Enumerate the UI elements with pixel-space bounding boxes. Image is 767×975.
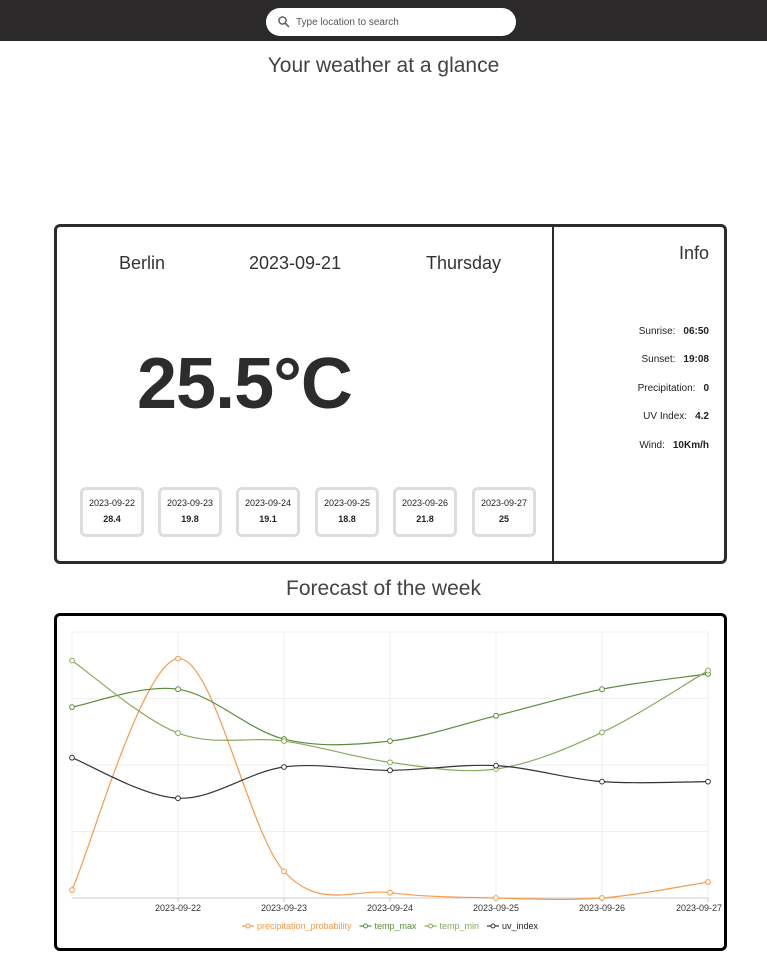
x-tick-label: 2023-09-26: [579, 903, 625, 913]
data-point-temp_max: [493, 712, 499, 719]
forecast-section-title: Forecast of the week: [286, 577, 481, 600]
info-value: 0: [703, 383, 709, 394]
forecast-day-temp: 21.8: [416, 514, 434, 524]
data-point-temp_max: [69, 704, 75, 711]
forecast-chart-card: 2023-09-22 2023-09-23 2023-09-24 2023-09-25…: [54, 613, 727, 951]
city-name: Berlin: [119, 253, 166, 273]
search-icon: [278, 16, 290, 28]
x-tick-label: 2023-09-25: [473, 903, 519, 913]
forecast-day-date: 2023-09-23: [166, 498, 214, 508]
forecast-day-date: 2023-09-26: [401, 498, 449, 508]
forecast-day-card[interactable]: 2023-09-22 28.4: [80, 487, 144, 537]
x-tick-label: 2023-09-22: [155, 903, 201, 913]
legend-label: uv_index: [502, 921, 539, 931]
legend-marker-temp_min: [428, 923, 434, 929]
data-point-precipitation_probability: [705, 879, 711, 885]
data-point-temp_min: [281, 738, 287, 744]
data-point-temp_min: [387, 759, 393, 766]
current-date: 2023-09-21: [249, 253, 342, 273]
data-point-precipitation_probability: [599, 895, 605, 901]
forecast-day-date: 2023-09-22: [88, 498, 136, 508]
data-point-uv_index: [705, 778, 711, 785]
info-value: 10Km/h: [672, 440, 709, 451]
legend-label: temp_max: [374, 921, 417, 931]
data-point-temp_max: [387, 738, 393, 744]
forecast-day-card[interactable]: 2023-09-25 18.8: [315, 487, 379, 537]
data-point-uv_index: [493, 762, 499, 769]
card-divider: [552, 227, 554, 561]
data-point-precipitation_probability: [387, 889, 393, 896]
forecast-day-card[interactable]: 2023-09-27 25: [472, 487, 536, 537]
search-bar[interactable]: [266, 8, 516, 36]
data-point-temp_max: [175, 686, 181, 693]
forecast-day-temp: 25: [498, 514, 509, 524]
data-point-precipitation_probability: [69, 887, 75, 893]
x-tick-label: 2023-09-23: [261, 903, 307, 913]
data-point-temp_min: [599, 729, 605, 736]
data-point-temp_min: [705, 667, 711, 674]
current-temperature: 25.5°C: [137, 344, 353, 424]
info-row-precipitation: Precipitation: 0: [638, 383, 709, 394]
data-point-temp_min: [175, 730, 181, 736]
info-value: 06:50: [683, 326, 709, 337]
forecast-day-date: 2023-09-27: [480, 498, 528, 508]
info-label: Precipitation:: [637, 383, 696, 394]
info-label: Wind:: [639, 440, 665, 451]
data-point-precipitation_probability: [281, 868, 287, 875]
data-point-uv_index: [387, 767, 393, 774]
forecast-day-date: 2023-09-24: [244, 498, 292, 508]
info-value: 19:08: [683, 354, 709, 365]
data-point-precipitation_probability: [175, 655, 181, 662]
current-day: Thursday: [426, 253, 502, 273]
forecast-line-chart: 2023-09-22 2023-09-23 2023-09-24 2023-09-25…: [69, 631, 722, 931]
info-row-wind: Wind: 10Km/h: [639, 440, 709, 451]
forecast-day-temp: 18.8: [338, 514, 356, 524]
search-input[interactable]: [296, 12, 501, 32]
data-point-uv_index: [69, 754, 75, 761]
data-point-uv_index: [281, 764, 287, 770]
forecast-day-card[interactable]: 2023-09-26 21.8: [393, 487, 457, 537]
info-row-sunset: Sunset: 19:08: [642, 354, 710, 365]
forecast-day-temp: 19.8: [181, 514, 199, 524]
info-title: Info: [678, 243, 709, 263]
info-value: 4.2: [695, 411, 709, 422]
data-point-temp_max: [599, 686, 605, 693]
legend-marker-temp_max: [362, 923, 368, 929]
info-label: Sunset:: [641, 354, 676, 365]
page-title: Your weather at a glance: [267, 54, 500, 77]
current-weather-card: Berlin 2023-09-21 Thursday 25.5°C 2023-0…: [54, 224, 727, 564]
x-tick-label: 2023-09-27: [676, 903, 722, 913]
forecast-day-temp: 19.1: [259, 514, 277, 524]
forecast-day-temp: 28.4: [103, 514, 121, 524]
forecast-day-card[interactable]: 2023-09-24 19.1: [236, 487, 300, 537]
data-point-uv_index: [175, 795, 181, 802]
info-row-sunrise: Sunrise: 06:50: [639, 326, 709, 337]
info-label: Sunrise:: [638, 326, 676, 337]
data-point-uv_index: [599, 778, 605, 785]
forecast-day-date: 2023-09-25: [323, 498, 371, 508]
legend-label: temp_min: [440, 921, 480, 931]
x-tick-label: 2023-09-24: [367, 903, 413, 913]
info-row-uv-index: UV Index: 4.2: [643, 411, 709, 422]
info-label: UV Index:: [643, 411, 688, 422]
data-point-temp_min: [69, 657, 75, 664]
data-point-precipitation_probability: [493, 895, 499, 901]
legend-marker-precipitation_probability: [245, 923, 251, 929]
legend-label: precipitation_probability: [257, 921, 352, 931]
legend-marker-uv_index: [490, 923, 496, 929]
top-navbar: [0, 0, 767, 41]
forecast-day-card[interactable]: 2023-09-23 19.8: [158, 487, 222, 537]
